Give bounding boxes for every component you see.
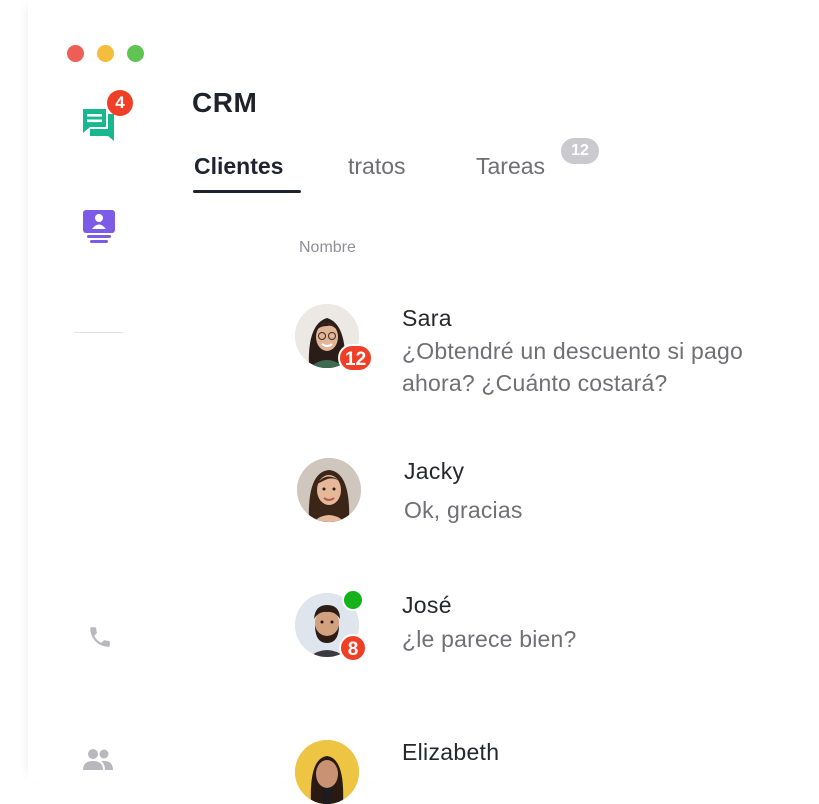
people-icon (83, 749, 113, 770)
avatar (297, 458, 361, 522)
contact-message: ¿le parece bien? (402, 626, 577, 652)
window-minimize-button[interactable] (97, 45, 114, 62)
online-status-indicator (342, 589, 364, 611)
sidebar-item-contacts[interactable] (82, 209, 116, 250)
tareas-count-badge: 12 (561, 138, 599, 164)
contact-name: José (402, 592, 452, 618)
column-header-nombre: Nombre (299, 239, 356, 256)
contact-message: Ok, gracias (404, 497, 523, 523)
contact-book-icon (83, 210, 115, 243)
contact-message-line1: ¿Obtendré un descuento si pago (402, 338, 744, 364)
sidebar-item-team[interactable] (82, 746, 114, 779)
unread-count-badge: 12 (338, 344, 374, 372)
tab-clientes[interactable]: Clientes (194, 153, 283, 180)
tab-tratos[interactable]: tratos (348, 153, 406, 180)
sidebar-divider (74, 332, 123, 333)
contact-message-line2: ahora? ¿Cuánto costará? (402, 370, 668, 396)
window-close-button[interactable] (67, 45, 84, 62)
contact-name: Jacky (404, 458, 465, 484)
app-window: 4 CRM Clientes tratos Tareas 12 Nombre 1… (28, 0, 819, 804)
avatar (295, 740, 359, 804)
unread-count-badge: 8 (339, 634, 367, 662)
window-zoom-button[interactable] (127, 45, 144, 62)
contact-name: Sara (402, 305, 452, 331)
page-title: CRM (192, 87, 258, 118)
sidebar-item-calls[interactable] (87, 624, 113, 655)
chat-unread-badge: 4 (107, 90, 133, 116)
phone-icon (90, 627, 110, 647)
tab-tareas[interactable]: Tareas (476, 153, 545, 180)
contact-name: Elizabeth (402, 739, 500, 765)
active-tab-indicator (193, 190, 301, 193)
